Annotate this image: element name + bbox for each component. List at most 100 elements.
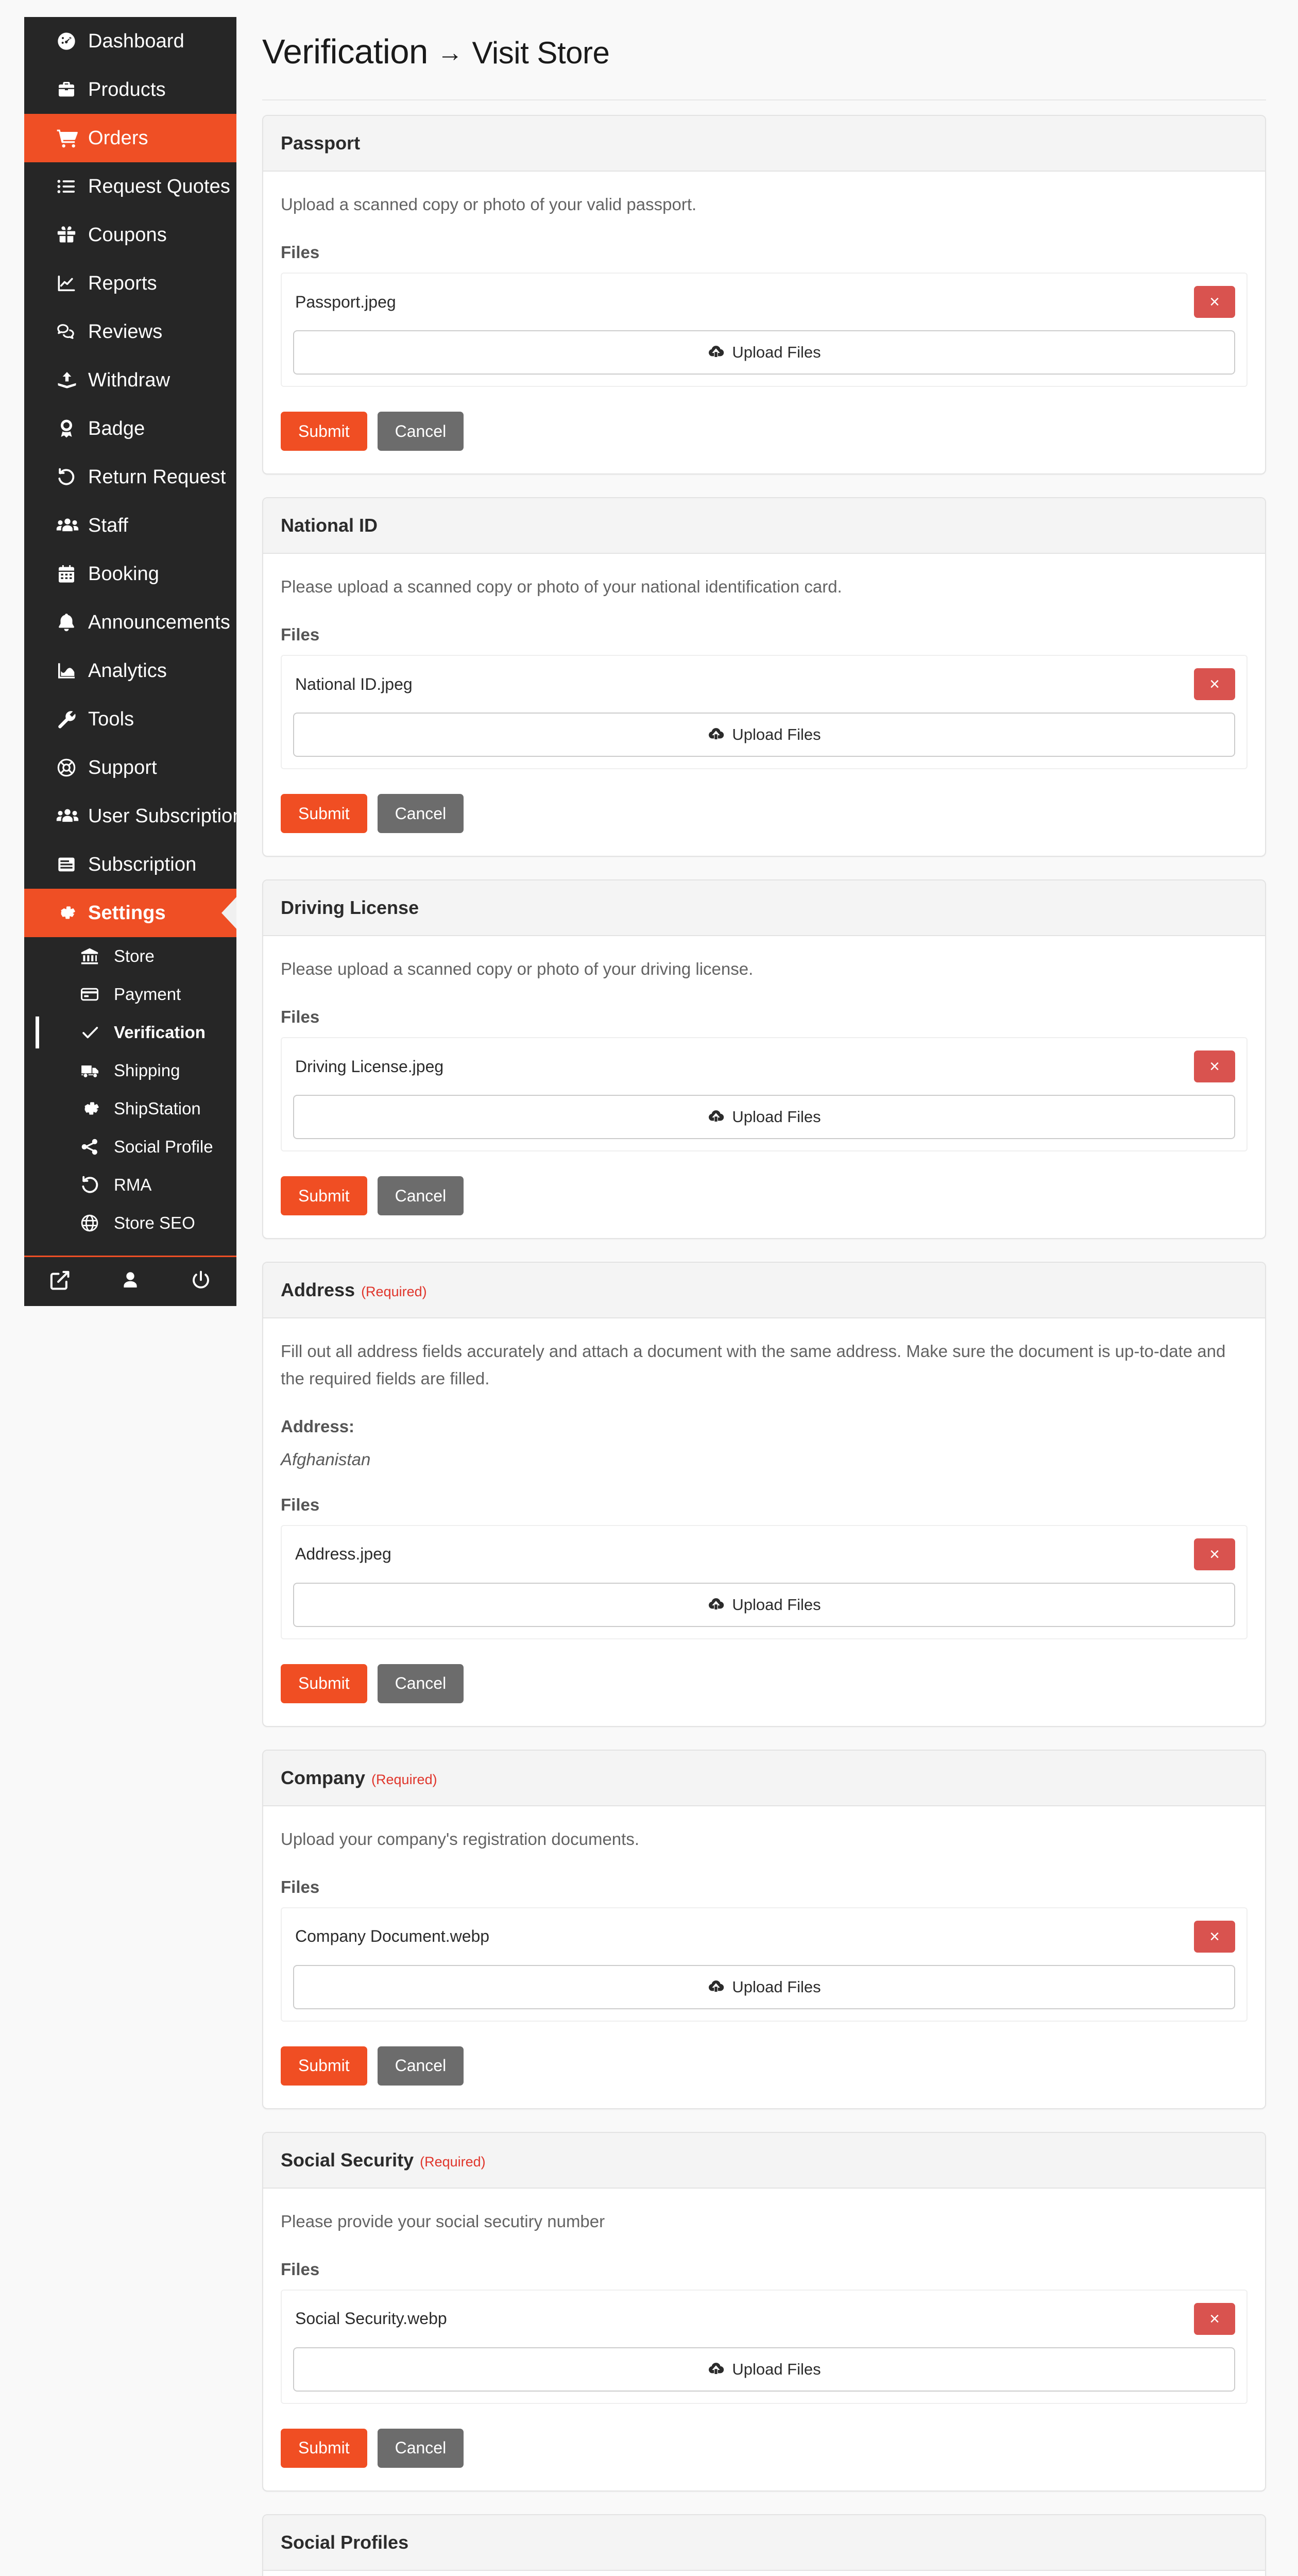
card-list-icon xyxy=(56,854,88,875)
files-label: Files xyxy=(281,243,320,262)
submenu-item-social-profile[interactable]: Social Profile xyxy=(24,1128,236,1166)
list-icon xyxy=(56,176,88,197)
sidebar-item-announcements[interactable]: Announcements xyxy=(24,598,236,647)
sidebar-item-label: Tools xyxy=(88,708,134,730)
sidebar-item-booking[interactable]: Booking xyxy=(24,550,236,598)
cancel-button[interactable]: Cancel xyxy=(377,2046,464,2086)
submenu-item-shipping[interactable]: Shipping xyxy=(24,1052,236,1090)
verification-page: Dashboard Products Orders Request Quotes Cou… xyxy=(0,0,1298,2576)
upload-files-dropzone[interactable]: Upload Files xyxy=(293,713,1235,757)
sidebar-item-user-subscriptions[interactable]: User Subscriptions xyxy=(24,792,253,840)
sidebar-item-support[interactable]: Support xyxy=(24,743,236,792)
verification-card-driving-license: Driving License Please upload a scanned c… xyxy=(262,879,1266,1240)
submenu-item-label: ShipStation xyxy=(114,1099,201,1118)
submenu-item-payment[interactable]: Payment xyxy=(24,975,236,1013)
cancel-button[interactable]: Cancel xyxy=(377,1176,464,1216)
sidebar-item-reviews[interactable]: Reviews xyxy=(24,308,236,356)
remove-file-button[interactable]: × xyxy=(1194,1538,1235,1570)
submit-button[interactable]: Submit xyxy=(281,1664,367,1703)
card-title: Address xyxy=(281,1279,355,1301)
sidebar-item-request-quotes[interactable]: Request Quotes xyxy=(24,162,236,211)
cloud-upload-icon xyxy=(707,345,725,360)
sidebar-item-return-request[interactable]: Return Request xyxy=(24,453,236,501)
cancel-button[interactable]: Cancel xyxy=(377,412,464,451)
visit-store-button[interactable] xyxy=(24,1257,95,1306)
sidebar-footer xyxy=(24,1256,236,1306)
file-box: Address.jpeg × Upload Files xyxy=(281,1524,1248,1639)
sidebar-item-staff[interactable]: Staff xyxy=(24,501,236,550)
upload-files-dropzone[interactable]: Upload Files xyxy=(293,1964,1235,2009)
cancel-button[interactable]: Cancel xyxy=(377,1664,464,1703)
share-icon xyxy=(80,1137,114,1157)
visit-store-link[interactable]: Visit Store xyxy=(472,36,610,70)
verification-card-address: Address (Required) Fill out all address fi… xyxy=(262,1262,1266,1727)
sidebar-item-label: Settings xyxy=(88,902,166,924)
submenu-item-verification[interactable]: Verification xyxy=(24,1013,236,1052)
submenu-item-store[interactable]: Store xyxy=(24,937,236,975)
remove-file-button[interactable]: × xyxy=(1194,286,1235,318)
card-body-national-id: Please upload a scanned copy or photo of… xyxy=(263,554,1265,856)
submenu-item-shipstation[interactable]: ShipStation xyxy=(24,1090,236,1128)
remove-file-button[interactable]: × xyxy=(1194,1920,1235,1953)
sidebar-item-label: Reviews xyxy=(88,320,163,343)
sidebar-item-label: Request Quotes xyxy=(88,175,231,197)
sidebar-item-tools[interactable]: Tools xyxy=(24,695,236,743)
page-title-text: Verification xyxy=(262,32,428,71)
upload-files-dropzone[interactable]: Upload Files xyxy=(293,1582,1235,1627)
sidebar-item-products[interactable]: Products xyxy=(24,65,236,114)
card-body-address: Fill out all address fields accurately a… xyxy=(263,1318,1265,1725)
file-row: National ID.jpeg × xyxy=(282,656,1246,713)
sidebar-item-coupons[interactable]: Coupons xyxy=(24,211,236,259)
sidebar-item-analytics[interactable]: Analytics xyxy=(24,647,236,695)
sidebar-item-label: Staff xyxy=(88,514,128,536)
sidebar-item-label: User Subscriptions xyxy=(88,805,253,827)
submit-button[interactable]: Submit xyxy=(281,1176,367,1216)
submenu-item-label: Store xyxy=(114,946,155,965)
sidebar-item-badge[interactable]: Badge xyxy=(24,404,236,453)
undo-icon xyxy=(80,1175,114,1195)
briefcase-icon xyxy=(56,79,88,100)
sidebar-item-label: Booking xyxy=(88,563,160,585)
remove-file-button[interactable]: × xyxy=(1194,668,1235,701)
submit-button[interactable]: Submit xyxy=(281,794,367,834)
submenu-item-store-seo[interactable]: Store SEO xyxy=(24,1204,236,1242)
address-value: Afghanistan xyxy=(281,1449,371,1469)
sidebar-item-dashboard[interactable]: Dashboard xyxy=(24,17,236,65)
arrow-right-icon: → xyxy=(437,38,463,67)
upload-files-dropzone[interactable]: Upload Files xyxy=(293,330,1235,375)
submit-button[interactable]: Submit xyxy=(281,2428,367,2468)
required-badge: (Required) xyxy=(420,2154,486,2170)
upload-files-dropzone[interactable]: Upload Files xyxy=(293,2347,1235,2392)
submit-button[interactable]: Submit xyxy=(281,412,367,451)
cancel-button[interactable]: Cancel xyxy=(377,794,464,834)
files-label: Files xyxy=(281,1007,320,1027)
remove-file-button[interactable]: × xyxy=(1194,2302,1235,2335)
submenu-item-rma[interactable]: RMA xyxy=(24,1166,236,1204)
main-content: Verification → Visit Store Passport Uploa… xyxy=(236,0,1298,2576)
file-row: Passport.jpeg × xyxy=(282,274,1246,330)
submit-button[interactable]: Submit xyxy=(281,2046,367,2086)
logout-button[interactable] xyxy=(166,1257,236,1306)
remove-file-button[interactable]: × xyxy=(1194,1050,1235,1083)
button-row: Submit Cancel xyxy=(281,2428,1248,2468)
sidebar-item-subscription[interactable]: Subscription xyxy=(24,840,236,889)
files-label: Files xyxy=(281,2259,320,2279)
card-body-driving-license: Please upload a scanned copy or photo of… xyxy=(263,936,1265,1238)
profile-button[interactable] xyxy=(95,1257,165,1306)
upload-files-dropzone[interactable]: Upload Files xyxy=(293,1095,1235,1140)
upload-arrow-icon xyxy=(56,370,88,391)
sidebar-item-settings[interactable]: Settings xyxy=(24,889,236,937)
files-label: Files xyxy=(281,1495,320,1514)
social-profiles-card: Social Profiles No Social App is configu… xyxy=(262,2514,1266,2576)
title-divider xyxy=(262,99,1266,100)
cloud-upload-icon xyxy=(707,727,725,742)
sidebar-item-reports[interactable]: Reports xyxy=(24,259,236,308)
sidebar-item-withdraw[interactable]: Withdraw xyxy=(24,356,236,404)
sidebar-item-orders[interactable]: Orders xyxy=(24,114,236,162)
button-row: Submit Cancel xyxy=(281,412,1248,451)
calendar-icon xyxy=(56,564,88,584)
power-icon xyxy=(190,1269,212,1294)
sidebar-item-label: Subscription xyxy=(88,853,197,875)
cancel-button[interactable]: Cancel xyxy=(377,2428,464,2468)
sidebar-item-label: Return Request xyxy=(88,466,226,488)
